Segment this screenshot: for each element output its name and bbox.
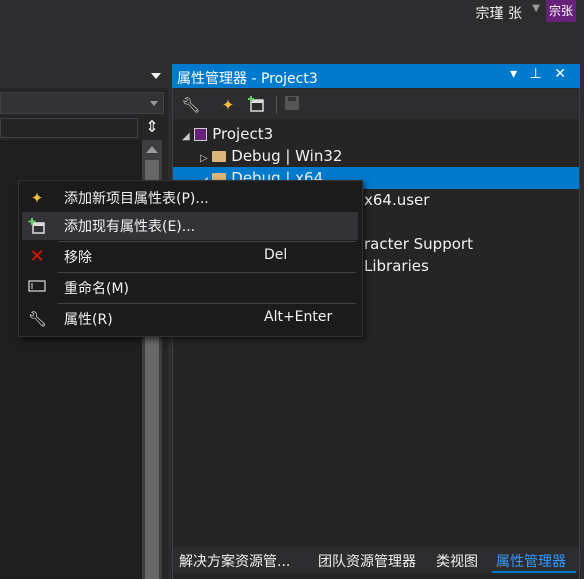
rename-icon	[28, 279, 46, 297]
scroll-up-icon[interactable]	[146, 146, 158, 153]
tree-item-character-support[interactable]: racter Support	[364, 233, 473, 255]
menu-item-label: 添加现有属性表(E)...	[64, 219, 196, 235]
expanded-arrow-icon[interactable]: ◢	[182, 131, 190, 142]
project-icon	[194, 128, 208, 141]
panel-window-controls[interactable]: ▾ ⊥ ✕	[510, 66, 570, 82]
folder-icon	[212, 151, 227, 162]
menu-separator	[58, 272, 356, 273]
chevron-down-icon[interactable]	[150, 101, 158, 106]
menu-item-properties[interactable]: 🔧︎ 属性(R) Alt+Enter	[22, 305, 358, 333]
menu-item-label: 重命名(M)	[64, 281, 130, 297]
save-icon[interactable]	[282, 95, 302, 115]
active-tab-indicator	[492, 571, 576, 573]
menu-item-add-new-property-sheet[interactable]: ✦ 添加新项目属性表(P)...	[22, 184, 358, 212]
toolbar-separator	[276, 96, 277, 114]
add-sheet-icon[interactable]	[246, 95, 266, 115]
tab-solution-explorer[interactable]: 解决方案资源管...	[179, 551, 290, 571]
remove-icon: ✕	[29, 246, 45, 267]
window-position-dropdown-icon[interactable]	[151, 73, 161, 79]
menu-item-label: 移除	[64, 250, 92, 266]
menu-item-label: 添加新项目属性表(P)...	[64, 191, 209, 207]
username[interactable]: 宗瑾 张	[476, 3, 522, 23]
tab-class-view[interactable]: 类视图	[436, 551, 478, 571]
menu-item-rename[interactable]: 重命名(M)	[22, 274, 358, 302]
left-combo-box[interactable]	[0, 92, 164, 114]
menu-item-label: 属性(R)	[64, 312, 113, 328]
tree-item-project[interactable]: ◢ Project3	[182, 123, 273, 145]
tree-item-user-sheet[interactable]: x64.user	[364, 189, 429, 211]
tree-item-libraries[interactable]: Libraries	[364, 255, 429, 277]
menu-separator	[58, 241, 356, 242]
tree-item-label: Debug | Win32	[231, 147, 343, 165]
menu-item-shortcut: Del	[264, 247, 288, 263]
wand-icon: ✦	[30, 189, 44, 207]
menu-separator	[58, 303, 356, 304]
left-search-input[interactable]	[0, 118, 138, 138]
menu-item-add-existing-property-sheet[interactable]: 添加现有属性表(E)...	[22, 212, 358, 240]
wrench-icon[interactable]: 🔧︎	[181, 95, 201, 115]
chevron-down-icon[interactable]: ▼	[532, 3, 540, 14]
left-tool-window-header	[0, 68, 168, 88]
tree-item-label: Project3	[212, 125, 274, 143]
panel-title: 属性管理器 - Project3	[177, 71, 318, 87]
tab-property-manager[interactable]: 属性管理器	[496, 551, 566, 571]
menu-item-shortcut: Alt+Enter	[264, 309, 333, 325]
collapse-toggle-icon[interactable]: ⇕	[141, 116, 163, 138]
tab-team-explorer[interactable]: 团队资源管理器	[318, 551, 416, 571]
collapsed-arrow-icon[interactable]: ▷	[200, 153, 208, 164]
wrench-icon: 🔧︎	[28, 310, 48, 328]
wand-icon[interactable]: ✦	[218, 95, 238, 115]
add-sheet-icon	[28, 217, 46, 235]
avatar[interactable]: 宗张	[546, 0, 576, 22]
tree-item-debug-win32[interactable]: ▷ Debug | Win32	[200, 145, 342, 167]
menu-item-remove[interactable]: ✕ 移除 Del	[22, 243, 358, 271]
